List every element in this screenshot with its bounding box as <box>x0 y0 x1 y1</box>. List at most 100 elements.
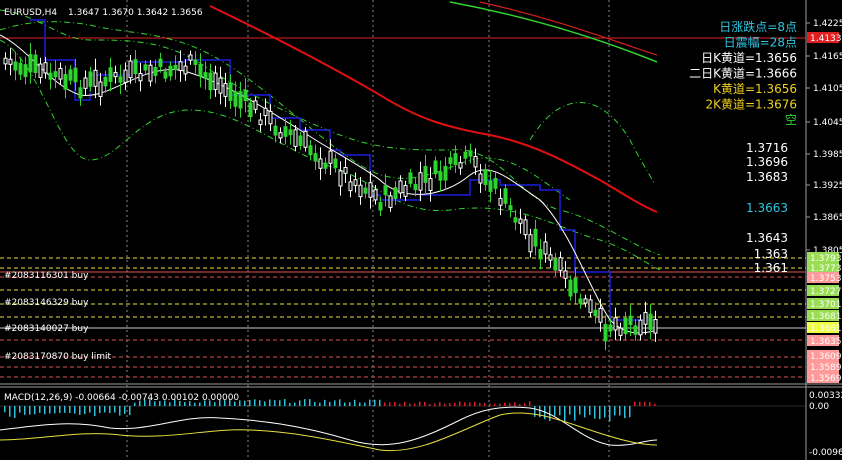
macd-bar <box>439 402 441 406</box>
svg-text:1.3753: 1.3753 <box>810 274 842 284</box>
macd-bar <box>484 403 486 406</box>
candle <box>198 64 203 77</box>
macd-bar <box>259 400 261 406</box>
macd-bar <box>69 406 71 414</box>
level-label: 1.361 <box>754 261 788 275</box>
macd-bar <box>579 406 581 415</box>
macd-bar <box>194 402 196 406</box>
macd-bar <box>359 402 361 406</box>
candle <box>168 65 173 77</box>
macd-bar <box>249 399 251 406</box>
macd-bar <box>319 402 321 406</box>
price-tick: 1.4045 <box>813 118 842 128</box>
macd-bar <box>289 402 291 406</box>
candle <box>638 319 643 336</box>
candle <box>328 150 333 164</box>
price-tag: 1.4133 <box>807 32 842 44</box>
macd-bar <box>509 403 511 406</box>
svg-text:1.3609: 1.3609 <box>810 352 842 362</box>
info-line: 日涨跌点=8点 <box>719 19 797 34</box>
price-tick: 1.4165 <box>813 52 842 62</box>
macd-bar <box>254 399 256 406</box>
macd-bar <box>499 403 501 406</box>
macd-bar <box>629 406 631 418</box>
candle <box>603 324 608 342</box>
candle <box>513 217 518 223</box>
svg-text:1.3569: 1.3569 <box>810 374 842 384</box>
candle <box>553 258 558 271</box>
candle <box>298 135 303 146</box>
candle <box>68 69 73 81</box>
candle <box>348 181 353 192</box>
candle <box>518 218 523 224</box>
candle <box>158 58 163 67</box>
price-tag: 1.3635 <box>807 335 842 347</box>
candle <box>318 158 323 169</box>
macd-bar <box>94 406 96 417</box>
candle <box>323 162 328 169</box>
price-tag: 1.3609 <box>807 350 842 362</box>
candle <box>583 298 588 304</box>
macd-bar <box>364 402 366 406</box>
order-label[interactable]: #2083170870 buy limit <box>4 352 112 362</box>
macd-bar <box>559 406 561 416</box>
candle <box>353 179 358 186</box>
macd-bar <box>109 406 111 413</box>
candle <box>478 173 483 184</box>
candle <box>578 298 583 304</box>
macd-bar <box>374 399 376 406</box>
trading-chart[interactable]: EURUSD,H4 1.3647 1.3670 1.3642 1.3656 日涨… <box>0 0 842 460</box>
candle <box>38 63 43 78</box>
candle <box>428 178 433 191</box>
order-label[interactable]: #2083146329 buy <box>4 298 89 308</box>
svg-text:1.3589: 1.3589 <box>810 363 842 373</box>
macd-bar <box>609 406 611 422</box>
candle <box>303 130 308 148</box>
candle <box>538 249 543 260</box>
macd-bar <box>269 399 271 406</box>
macd-bar <box>64 406 66 413</box>
candle <box>188 54 193 61</box>
macd-bar <box>614 406 616 416</box>
macd-bar <box>74 406 76 414</box>
macd-bar <box>449 403 451 406</box>
order-label[interactable]: #2083116301 buy <box>4 271 89 281</box>
macd-bar <box>394 401 396 406</box>
candle <box>228 82 233 101</box>
macd-bar <box>409 403 411 406</box>
price-tag: 1.3727 <box>807 285 842 297</box>
candle <box>53 71 58 78</box>
candle <box>558 257 563 271</box>
macd-bar <box>434 403 436 406</box>
macd-bar <box>264 401 266 406</box>
macd-bar <box>424 401 426 406</box>
candle <box>458 162 463 169</box>
candle <box>508 205 513 211</box>
candle <box>58 67 63 80</box>
candle <box>98 81 103 97</box>
order-label[interactable]: #2083140027 buy <box>4 324 89 334</box>
info-line: 空 <box>785 113 797 127</box>
candle <box>143 64 148 71</box>
candle <box>128 60 133 79</box>
candle <box>213 72 218 91</box>
macd-bar <box>479 402 481 406</box>
candle <box>248 102 253 118</box>
info-line: 日震幅=28点 <box>724 35 797 50</box>
price-tag: 1.3681 <box>807 310 842 322</box>
macd-bar <box>274 400 276 406</box>
candle <box>123 69 128 83</box>
candle <box>463 151 468 159</box>
candle <box>278 132 283 139</box>
candle <box>468 150 473 157</box>
macd-bar <box>419 401 421 406</box>
candle <box>633 325 638 335</box>
macd-bar <box>244 400 246 406</box>
candle <box>133 59 138 75</box>
macd-bar <box>504 402 506 406</box>
candle <box>393 187 398 199</box>
candle <box>153 66 158 76</box>
candle <box>433 160 438 175</box>
candle <box>598 307 603 323</box>
price-tick: 1.4105 <box>813 84 842 94</box>
